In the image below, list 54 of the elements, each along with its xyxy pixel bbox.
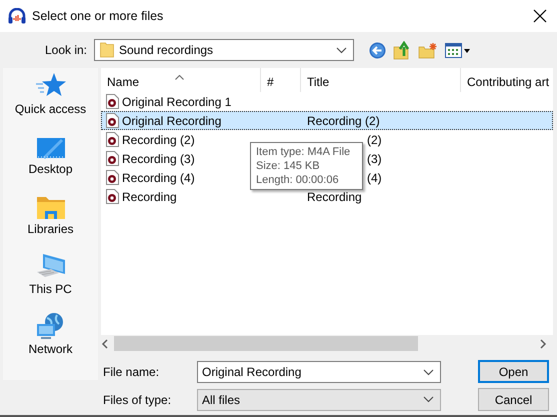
new-folder-icon[interactable]: [418, 42, 438, 58]
dialog-button[interactable]: Cancel: [478, 388, 549, 411]
place-label[interactable]: Quick access: [14, 102, 86, 116]
column-header[interactable]: Name: [101, 68, 261, 92]
window-title: Select one or more files: [32, 9, 164, 23]
column-header[interactable]: Title: [301, 68, 461, 92]
close-icon[interactable]: [533, 9, 547, 23]
view-menu-icon[interactable]: [445, 42, 471, 58]
selected-row[interactable]: Original Recording Recording (2): [101, 111, 553, 130]
place-label[interactable]: Desktop: [28, 162, 73, 176]
audio-file-icon: [106, 189, 119, 204]
chevron-down-icon: [423, 396, 434, 403]
audio-file-icon: [106, 94, 119, 109]
title-cell: (3): [367, 152, 382, 166]
audio-file-icon: [106, 151, 119, 166]
folder-icon: [36, 194, 66, 220]
place-label[interactable]: Libraries: [27, 222, 74, 236]
field-label: Files of type:: [103, 392, 172, 406]
title-cell: (4): [367, 170, 382, 184]
chevron-down-icon: [336, 46, 347, 54]
title-cell: Recording: [307, 190, 362, 204]
file-name-field[interactable]: Original Recording: [197, 360, 441, 382]
column-header[interactable]: Contributing art: [461, 68, 553, 92]
look-in-label: Look in:: [44, 43, 88, 57]
folder-icon: [100, 42, 114, 58]
monitor-icon: [36, 136, 66, 160]
computer-icon: [34, 252, 66, 280]
audio-file-icon: [106, 113, 119, 128]
title-cell: (2): [367, 132, 382, 146]
place-label[interactable]: Network: [28, 342, 72, 356]
file-type-dropdown[interactable]: All files: [197, 388, 441, 410]
chevron-down-icon: [423, 368, 434, 376]
audio-file-icon: [106, 132, 119, 147]
sort-caret-icon: [175, 75, 184, 80]
scrollbar-thumb[interactable]: [114, 336, 418, 351]
dialog-button[interactable]: Open: [478, 360, 549, 383]
folder-up-icon[interactable]: [393, 40, 411, 60]
file-name[interactable]: Original Recording: [122, 114, 222, 128]
file-name[interactable]: Recording (3): [122, 152, 195, 166]
column-header[interactable]: #: [261, 68, 301, 92]
scroll-right-icon[interactable]: [539, 338, 547, 348]
file-name[interactable]: Recording (4): [122, 170, 195, 184]
back-icon[interactable]: [369, 42, 386, 58]
look-in-dropdown[interactable]: Sound recordings: [94, 39, 354, 61]
scroll-left-icon[interactable]: [101, 338, 109, 348]
file-name[interactable]: Original Recording 1: [122, 94, 232, 108]
file-info-tooltip: Item type: M4A File Size: 145 KB Length: 00:00:06: [250, 142, 363, 190]
audio-file-icon: [106, 170, 119, 185]
title-cell: Recording (2): [307, 114, 380, 128]
place-label[interactable]: This PC: [29, 282, 72, 296]
file-name[interactable]: Recording (2): [122, 132, 195, 146]
headphones-icon: [8, 8, 26, 24]
file-name[interactable]: Recording: [122, 190, 177, 204]
field-label: File name:: [103, 364, 160, 378]
